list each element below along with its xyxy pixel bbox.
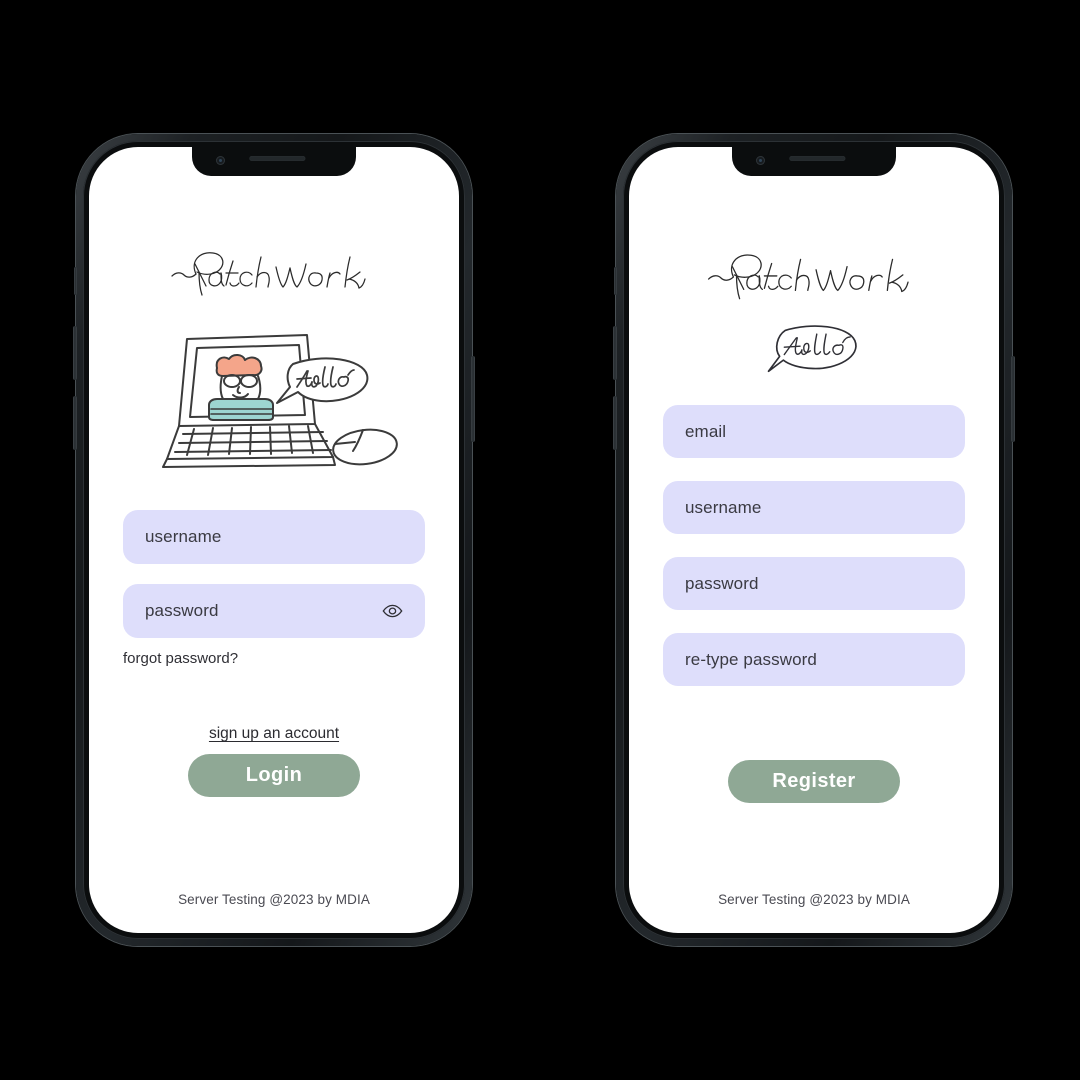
hello-bubble-wrap xyxy=(762,323,866,375)
register-screen: email username password re-type password xyxy=(629,147,999,933)
footer-credit: Server Testing @2023 by MDIA xyxy=(178,892,370,907)
login-form-fields: username password xyxy=(123,510,425,638)
phone-mockup-register: email username password re-type password xyxy=(613,134,1015,946)
screenshot-canvas: username password forgot password? sign … xyxy=(0,0,1080,1080)
app-logo xyxy=(123,245,425,305)
earpiece-speaker-icon xyxy=(789,156,846,161)
password-input-placeholder: password xyxy=(685,573,759,593)
username-input-placeholder: username xyxy=(685,497,762,517)
front-camera-icon xyxy=(756,156,765,165)
password-input[interactable]: password xyxy=(663,557,965,610)
login-button[interactable]: Login xyxy=(188,754,360,797)
volume-up-button[interactable] xyxy=(613,326,617,380)
person-hair xyxy=(215,354,263,377)
footer-credit: Server Testing @2023 by MDIA xyxy=(718,892,910,907)
login-cta-block: sign up an account Login xyxy=(123,725,425,797)
email-input-placeholder: email xyxy=(685,421,727,441)
username-input[interactable]: username xyxy=(123,510,425,564)
forgot-password-link[interactable]: forgot password? xyxy=(123,650,238,667)
silent-switch-button[interactable] xyxy=(614,267,617,295)
login-content: username password forgot password? sign … xyxy=(89,147,459,933)
hero-illustration-wrap xyxy=(145,331,403,476)
front-camera-icon xyxy=(216,156,225,165)
password-input[interactable]: password xyxy=(123,584,425,638)
register-button[interactable]: Register xyxy=(728,760,900,803)
laptop-person-illustration-icon xyxy=(162,334,398,468)
register-content: email username password re-type password xyxy=(629,147,999,933)
sign-up-link[interactable]: sign up an account xyxy=(209,725,339,743)
device-notch xyxy=(192,147,356,176)
register-cta-block: Register xyxy=(663,749,965,803)
register-form-fields: email username password re-type password xyxy=(663,405,965,686)
show-password-eye-icon[interactable] xyxy=(382,604,403,618)
phone-mockup-login: username password forgot password? sign … xyxy=(73,134,475,946)
silent-switch-button[interactable] xyxy=(74,267,77,295)
phone-bezel: username password forgot password? sign … xyxy=(83,141,465,939)
power-button[interactable] xyxy=(471,356,475,442)
app-logo xyxy=(663,247,965,309)
email-input[interactable]: email xyxy=(663,405,965,458)
patchwork-wordmark-icon xyxy=(171,252,366,296)
hello-speech-bubble-icon xyxy=(767,325,857,373)
login-screen: username password forgot password? sign … xyxy=(89,147,459,933)
password-input-placeholder: password xyxy=(145,601,219,620)
username-input-placeholder: username xyxy=(145,527,222,546)
retype-password-input[interactable]: re-type password xyxy=(663,633,965,686)
volume-up-button[interactable] xyxy=(73,326,77,380)
phone-bezel: email username password re-type password xyxy=(623,141,1005,939)
device-notch xyxy=(732,147,896,176)
power-button[interactable] xyxy=(1011,356,1015,442)
username-input[interactable]: username xyxy=(663,481,965,534)
earpiece-speaker-icon xyxy=(249,156,306,161)
patchwork-wordmark-icon xyxy=(707,254,909,300)
volume-down-button[interactable] xyxy=(73,396,77,450)
volume-down-button[interactable] xyxy=(613,396,617,450)
retype-password-input-placeholder: re-type password xyxy=(685,649,817,669)
